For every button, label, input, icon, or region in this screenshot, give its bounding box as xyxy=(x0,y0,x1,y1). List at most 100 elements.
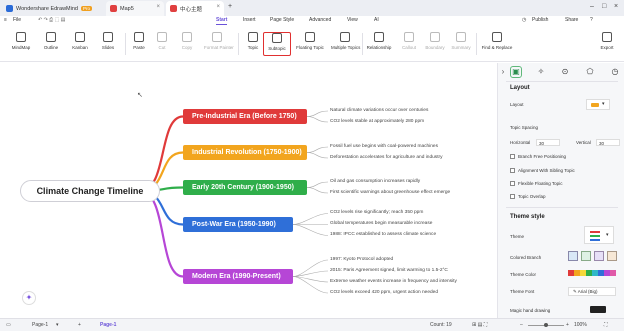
summary-button[interactable]: Summary xyxy=(448,32,474,56)
publish-button[interactable]: Publish xyxy=(532,17,548,23)
branch-style-icon[interactable] xyxy=(568,251,578,261)
map-file-icon xyxy=(170,5,177,12)
subtopic[interactable]: 1997: Kyoto Protocol adopted xyxy=(330,257,393,262)
subtopic-connector xyxy=(306,187,329,194)
theme-dropdown[interactable]: ▾ xyxy=(584,226,614,244)
format-painter-button[interactable]: Format Painter xyxy=(204,32,234,56)
branch-style-icon[interactable] xyxy=(607,251,617,261)
view-mindmap-button[interactable]: MindMap xyxy=(8,32,34,56)
sidebar-toggle-icon[interactable]: ▭ xyxy=(6,322,11,328)
central-topic[interactable]: Climate Change Timeline xyxy=(20,180,160,202)
subtopic[interactable]: CO2 levels stable at approximately 280 p… xyxy=(330,119,424,124)
zoom-level[interactable]: 100% xyxy=(574,322,587,328)
hand-drawing-style[interactable] xyxy=(590,306,606,313)
zoom-out-icon[interactable]: – xyxy=(520,322,523,328)
callout-button[interactable]: Callout xyxy=(396,32,422,56)
checkbox-flexible-floating[interactable] xyxy=(510,181,515,186)
subtopic[interactable]: Fossil fuel use begins with coal-powered… xyxy=(330,144,438,149)
export-button[interactable]: Export xyxy=(594,32,620,56)
layout-tab-icon[interactable]: ▣ xyxy=(510,66,522,78)
theme-color-swatches[interactable] xyxy=(568,270,616,276)
menu-page-style[interactable]: Page Style xyxy=(270,17,294,23)
subtopic-button[interactable]: Subtopic xyxy=(263,32,291,56)
export-icon xyxy=(602,32,612,42)
menu-insert[interactable]: Insert xyxy=(243,17,256,23)
subtopic[interactable]: Natural climate variations occur over ce… xyxy=(330,108,428,113)
colored-branch-options[interactable] xyxy=(568,251,617,261)
layout-dropdown[interactable]: ▾ xyxy=(586,99,610,110)
menu-file[interactable]: File xyxy=(13,17,21,23)
close-icon[interactable]: × xyxy=(156,4,160,10)
checkbox-topic-overlap[interactable] xyxy=(510,194,515,199)
branch-topic[interactable]: Post-War Era (1950-1990) xyxy=(183,217,293,232)
mindmap-canvas[interactable]: Climate Change Timeline Pre-Industrial E… xyxy=(0,63,497,318)
view-label: MindMap xyxy=(11,45,31,50)
branch-topic[interactable]: Industrial Revolution (1750-1900) xyxy=(183,145,307,160)
subtopic[interactable]: 2015: Paris Agreement signed, limit warm… xyxy=(330,268,448,273)
menu-icon[interactable]: ≡ xyxy=(4,17,7,23)
branch-style-icon[interactable] xyxy=(581,251,591,261)
add-page-icon[interactable]: + xyxy=(78,322,81,328)
subtopic-label: Subtopic xyxy=(268,46,286,51)
menu-view[interactable]: View xyxy=(347,17,358,23)
subtopic-connector xyxy=(292,270,329,277)
view-outline-button[interactable]: Outline xyxy=(38,32,64,56)
view-kanban-button[interactable]: Kanban xyxy=(67,32,93,56)
view-mode-icons[interactable]: ⊞ ▤ ⛶ xyxy=(472,322,487,328)
ai-assistant-icon[interactable]: ✦ xyxy=(22,291,36,305)
subtopic[interactable]: CO2 levels exceed 420 ppm, urgent action… xyxy=(330,290,438,295)
zoom-slider-handle[interactable] xyxy=(544,323,548,327)
subtopic[interactable]: Global temperatures begin measurable inc… xyxy=(330,221,432,226)
tab-map5[interactable]: Map5 × xyxy=(106,1,164,16)
subtopic[interactable]: Oil and gas consumption increases rapidl… xyxy=(330,179,420,184)
branch-topic[interactable]: Early 20th Century (1900-1950) xyxy=(183,180,307,195)
paste-icon xyxy=(134,32,144,42)
menu-start[interactable]: Start xyxy=(216,17,228,25)
mindmap-icon xyxy=(16,32,26,42)
subtopic[interactable]: Deforestation accelerates for agricultur… xyxy=(330,155,443,160)
subtopic[interactable]: CO2 levels rise significantly; reach 350… xyxy=(330,210,423,215)
tab-central-topic[interactable]: 中心主题 × xyxy=(166,1,224,16)
checkbox-alignment[interactable] xyxy=(510,168,515,173)
boundary-button[interactable]: Boundary xyxy=(422,32,448,56)
relationship-button[interactable]: Relationship xyxy=(366,32,392,56)
close-window-icon[interactable]: × xyxy=(614,3,618,10)
branch-topic[interactable]: Pre-Industrial Era (Before 1750) xyxy=(183,109,307,124)
zoom-slider[interactable] xyxy=(528,323,564,327)
branch-topic[interactable]: Modern Era (1990-Present) xyxy=(183,269,293,284)
branch-style-icon[interactable] xyxy=(594,251,604,261)
history-tab-icon[interactable]: ◷ xyxy=(610,67,620,77)
help-icon[interactable]: ? xyxy=(590,17,593,23)
view-slides-button[interactable]: Slides xyxy=(95,32,121,56)
floating-topic-button[interactable]: Floating Topic xyxy=(295,32,325,56)
subtopic[interactable]: Extreme weather events increase in frequ… xyxy=(330,279,457,284)
add-tab-icon[interactable]: + xyxy=(228,3,232,10)
horizontal-spacing-input[interactable]: 30 xyxy=(536,139,560,146)
location-tab-icon[interactable]: ⊙ xyxy=(560,67,570,77)
subtopic[interactable]: First scientific warnings about greenhou… xyxy=(330,190,450,195)
collapse-panel-icon[interactable]: › xyxy=(498,67,508,77)
fullscreen-icon[interactable]: ⛶ xyxy=(604,322,608,328)
undo-icon[interactable]: ↶ ↷ ⎙ ⬚ ▤ xyxy=(38,17,65,23)
multiple-topics-button[interactable]: Multiple Topics xyxy=(331,32,360,56)
vertical-spacing-input[interactable]: 30 xyxy=(596,139,620,146)
theme-font-dropdown[interactable]: ✎ Arial (Big) xyxy=(568,287,616,296)
minimize-icon[interactable]: – xyxy=(590,3,594,10)
cut-button[interactable]: Cut xyxy=(149,32,175,56)
clock-icon[interactable]: ◷ xyxy=(522,17,526,23)
close-icon[interactable]: × xyxy=(216,4,220,10)
maximize-icon[interactable]: □ xyxy=(602,3,606,10)
menu-ai[interactable]: AI xyxy=(374,17,379,23)
subtopic[interactable]: 1988: IPCC established to assess climate… xyxy=(330,232,436,237)
menu-advanced[interactable]: Advanced xyxy=(309,17,331,23)
copy-button[interactable]: Copy xyxy=(174,32,200,56)
page-tab[interactable]: Page-1 xyxy=(100,322,116,328)
find-replace-button[interactable]: Find & Replace xyxy=(481,32,513,56)
checkbox-branch-free[interactable] xyxy=(510,154,515,159)
tab-app-home[interactable]: Wondershare EdrawMind Pro xyxy=(2,1,110,16)
page-dropdown[interactable]: Page-1 ▾ xyxy=(18,321,68,329)
zoom-in-icon[interactable]: + xyxy=(566,322,569,328)
icon-tab-icon[interactable]: ⬠ xyxy=(585,67,595,77)
style-tab-icon[interactable]: ✧ xyxy=(536,67,546,77)
share-button[interactable]: Share xyxy=(565,17,578,23)
